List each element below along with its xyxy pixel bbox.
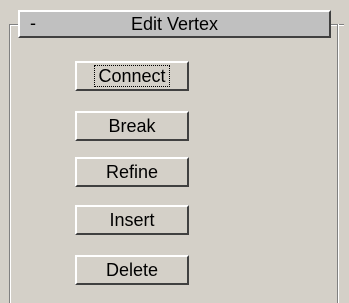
break-button[interactable]: Break	[75, 111, 189, 141]
delete-button-label: Delete	[105, 260, 159, 280]
insert-button-label: Insert	[109, 210, 155, 230]
insert-button[interactable]: Insert	[75, 205, 189, 235]
refine-button[interactable]: Refine	[75, 157, 189, 187]
rollout-title: Edit Vertex	[130, 14, 219, 34]
connect-button-label: Connect	[94, 65, 170, 87]
refine-button-label: Refine	[105, 162, 159, 182]
edit-vertex-rollout: - Edit Vertex Connect Break Refine Inser…	[0, 0, 349, 303]
delete-button[interactable]: Delete	[75, 255, 189, 285]
break-button-label: Break	[108, 116, 156, 136]
connect-button[interactable]: Connect	[75, 61, 189, 91]
rollout-header[interactable]: - Edit Vertex	[18, 10, 331, 38]
frame-corner	[9, 24, 17, 25]
frame-right-highlight	[338, 24, 339, 303]
